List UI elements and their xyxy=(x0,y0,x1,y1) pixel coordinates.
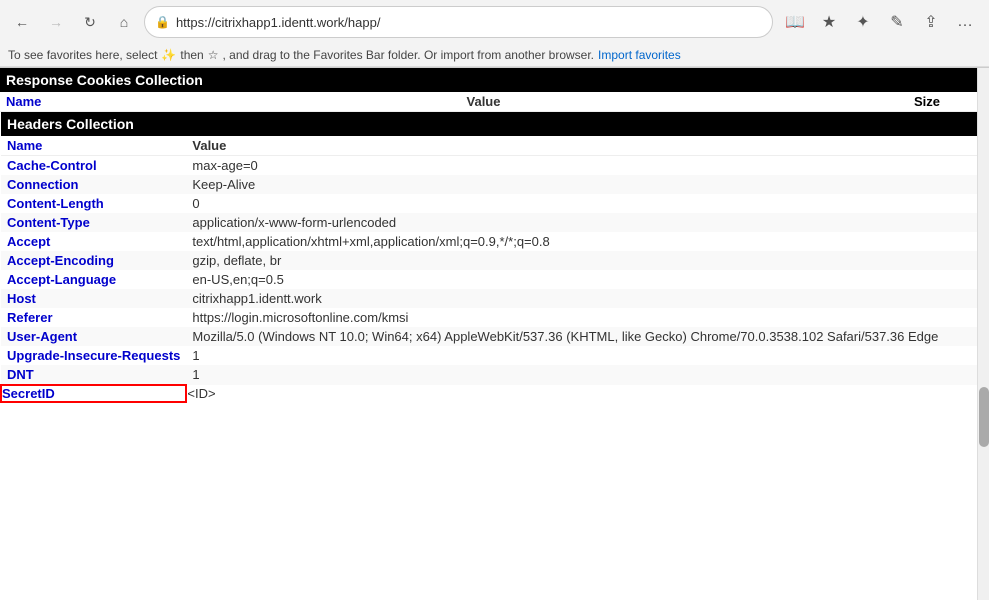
notes-button[interactable]: ✎ xyxy=(881,6,913,38)
table-row: Content-Typeapplication/x-www-form-urlen… xyxy=(1,213,977,232)
table-row: Accept-Encodinggzip, deflate, br xyxy=(1,251,977,270)
table-row: DNT1 xyxy=(1,365,977,385)
table-row: Hostcitrixhapp1.identt.work xyxy=(1,289,977,308)
browser-toolbar: ← → ↻ ⌂ 🔒 📖 ★ ✦ ✎ ⇪ … xyxy=(0,0,989,44)
forward-button[interactable]: → xyxy=(42,8,70,36)
home-button[interactable]: ⌂ xyxy=(110,8,138,36)
browser-chrome: ← → ↻ ⌂ 🔒 📖 ★ ✦ ✎ ⇪ … To see favorites h… xyxy=(0,0,989,68)
more-button[interactable]: … xyxy=(949,6,981,38)
response-cookies-size-col: Size xyxy=(877,92,977,112)
headers-col-headers: Name Value xyxy=(1,136,977,156)
header-value-cell: application/x-www-form-urlencoded xyxy=(186,213,977,232)
star-outline-icon: ☆ xyxy=(208,48,219,62)
table-row: Refererhttps://login.microsoftonline.com… xyxy=(1,308,977,327)
header-value-cell: 1 xyxy=(186,346,977,365)
favorites-text: To see favorites here, select xyxy=(8,48,157,62)
headers-name-col-label: Name xyxy=(1,136,186,156)
favorites-drag-text: , and drag to the Favorites Bar folder. … xyxy=(223,48,595,62)
table-row: Accept-Languageen-US,en;q=0.5 xyxy=(1,270,977,289)
reading-view-button[interactable]: 📖 xyxy=(779,6,811,38)
header-name-cell: Accept-Language xyxy=(1,270,186,289)
share-button[interactable]: ⇪ xyxy=(915,6,947,38)
table-row: Content-Length0 xyxy=(1,194,977,213)
header-value-cell: 1 xyxy=(186,365,977,385)
back-button[interactable]: ← xyxy=(8,8,36,36)
header-name-cell: DNT xyxy=(1,365,186,385)
headers-collection-header: Headers Collection xyxy=(1,112,977,136)
header-value-cell: Mozilla/5.0 (Windows NT 10.0; Win64; x64… xyxy=(186,327,977,346)
favorites-then: then xyxy=(180,48,203,62)
header-name-cell: Host xyxy=(1,289,186,308)
header-value-cell: gzip, deflate, br xyxy=(186,251,977,270)
toolbar-icons: 📖 ★ ✦ ✎ ⇪ … xyxy=(779,6,981,38)
header-value-cell: Keep-Alive xyxy=(186,175,977,194)
header-value-cell: https://login.microsoftonline.com/kmsi xyxy=(186,308,977,327)
response-cookies-name-col: Name xyxy=(0,92,90,112)
header-name-cell: Upgrade-Insecure-Requests xyxy=(1,346,186,365)
header-name-cell: Content-Length xyxy=(1,194,186,213)
headers-value-col-label: Value xyxy=(186,136,977,156)
import-favorites-link[interactable]: Import favorites xyxy=(598,48,681,62)
header-name-cell: Referer xyxy=(1,308,186,327)
content-wrapper: Response Cookies Collection Name Value S… xyxy=(0,68,977,403)
table-row: SecretID<ID> xyxy=(1,385,977,402)
page-content: Response Cookies Collection Name Value S… xyxy=(0,68,989,600)
main-content: Response Cookies Collection Name Value S… xyxy=(0,68,977,600)
headers-table: Headers Collection Name Value Cache-Cont… xyxy=(0,112,977,403)
header-value-cell: <ID> xyxy=(186,385,977,402)
address-bar[interactable]: 🔒 xyxy=(144,6,773,38)
table-row: Accepttext/html,application/xhtml+xml,ap… xyxy=(1,232,977,251)
star-icon: ✨ xyxy=(161,48,176,62)
header-value-cell: citrixhapp1.identt.work xyxy=(186,289,977,308)
header-name-cell: User-Agent xyxy=(1,327,186,346)
header-name-cell: Accept xyxy=(1,232,186,251)
header-name-cell: SecretID xyxy=(1,385,186,402)
header-value-cell: 0 xyxy=(186,194,977,213)
response-cookies-table: Response Cookies Collection Name Value S… xyxy=(0,68,977,112)
table-row: Upgrade-Insecure-Requests1 xyxy=(1,346,977,365)
header-value-cell: max-age=0 xyxy=(186,156,977,176)
header-value-cell: en-US,en;q=0.5 xyxy=(186,270,977,289)
lock-icon: 🔒 xyxy=(155,15,170,29)
favorites-button[interactable]: ★ xyxy=(813,6,845,38)
scrollbar-thumb[interactable] xyxy=(979,387,989,447)
header-name-cell: Connection xyxy=(1,175,186,194)
header-value-cell: text/html,application/xhtml+xml,applicat… xyxy=(186,232,977,251)
table-row: Cache-Controlmax-age=0 xyxy=(1,156,977,176)
favorites-bar: To see favorites here, select ✨ then ☆ ,… xyxy=(0,44,989,67)
header-name-cell: Cache-Control xyxy=(1,156,186,176)
table-row: User-AgentMozilla/5.0 (Windows NT 10.0; … xyxy=(1,327,977,346)
header-name-cell: Accept-Encoding xyxy=(1,251,186,270)
collections-button[interactable]: ✦ xyxy=(847,6,879,38)
refresh-button[interactable]: ↻ xyxy=(76,8,104,36)
table-row: ConnectionKeep-Alive xyxy=(1,175,977,194)
scrollbar[interactable] xyxy=(977,68,989,600)
response-cookies-header: Response Cookies Collection xyxy=(0,68,977,92)
header-name-cell: Content-Type xyxy=(1,213,186,232)
response-cookies-value-col: Value xyxy=(90,92,877,112)
response-cookies-columns: Name Value Size xyxy=(0,92,977,112)
url-input[interactable] xyxy=(176,15,762,30)
